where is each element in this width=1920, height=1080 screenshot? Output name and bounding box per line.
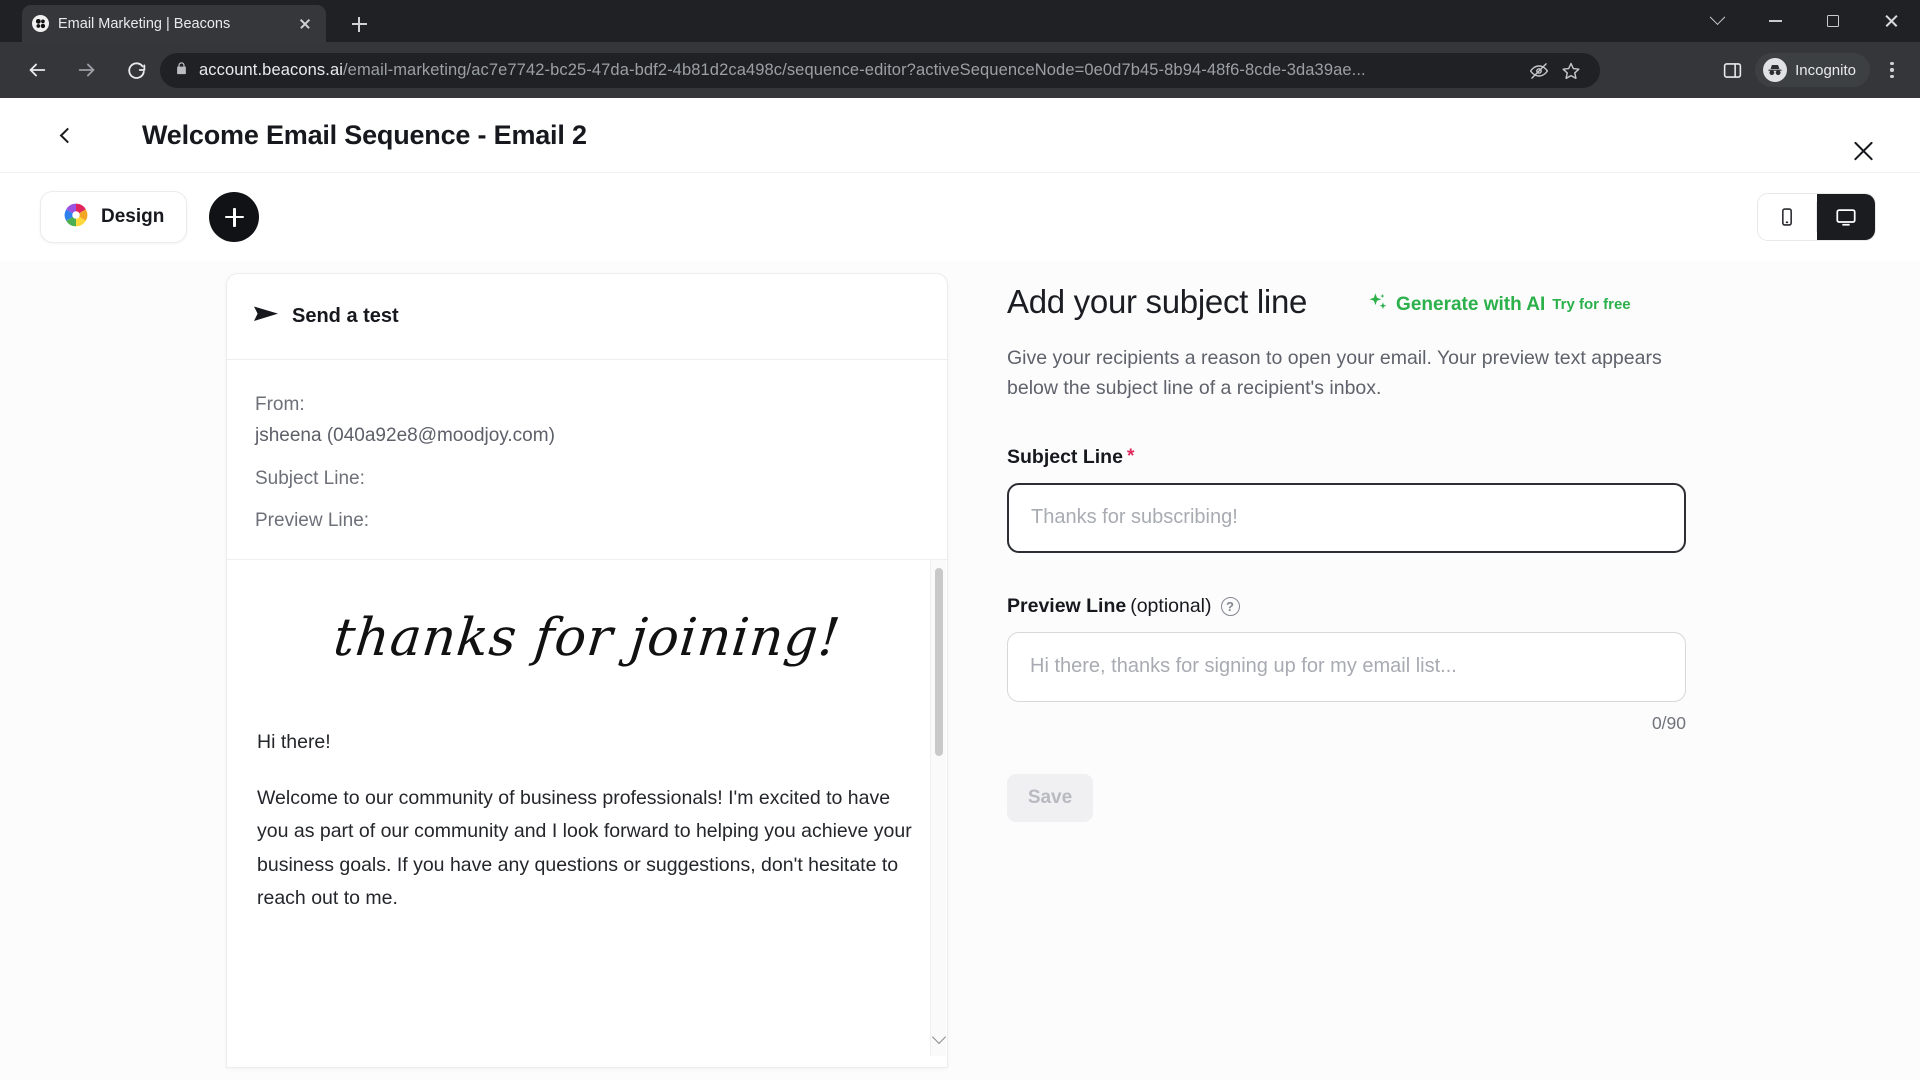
send-test-label: Send a test xyxy=(292,305,399,327)
email-body: thanks for joining! Hi there! Welcome to… xyxy=(227,560,947,1057)
subject-line-label-text: Subject Line xyxy=(1007,445,1123,468)
save-button[interactable]: Save xyxy=(1007,773,1093,822)
desktop-icon[interactable] xyxy=(1817,194,1875,240)
hero-script-text: thanks for joining! xyxy=(330,608,844,669)
profile-incognito-button[interactable]: Incognito xyxy=(1755,53,1870,87)
page-title: Welcome Email Sequence - Email 2 xyxy=(142,119,587,150)
omnibox-actions xyxy=(1524,56,1586,86)
side-panel-icon[interactable] xyxy=(1711,49,1753,91)
app-header: Welcome Email Sequence - Email 2 xyxy=(0,98,1920,288)
body-paragraph: Hi there! xyxy=(257,731,331,754)
scroll-down-arrow-icon[interactable] xyxy=(931,1029,947,1045)
add-block-button[interactable] xyxy=(209,192,260,242)
tab-search-chevron-icon[interactable] xyxy=(1688,0,1746,42)
design-button[interactable]: Design xyxy=(40,191,188,243)
preview-line-optional-text: (optional) xyxy=(1130,594,1212,617)
tabstrip: Email Marketing | Beacons xyxy=(0,0,1920,42)
kebab-menu-icon[interactable] xyxy=(1872,50,1912,90)
close-icon[interactable] xyxy=(1848,136,1878,166)
subject-line-label: Subject Line: xyxy=(255,467,365,489)
from-label: From: xyxy=(255,394,305,415)
profile-label: Incognito xyxy=(1795,61,1856,79)
generate-with-ai-button[interactable]: Generate with AI Try for free xyxy=(1367,291,1631,318)
form-title: Add your subject line xyxy=(1007,283,1308,320)
eye-slash-icon[interactable] xyxy=(1524,56,1554,86)
close-tab-icon[interactable] xyxy=(294,13,316,35)
preview-line-field-label: Preview Line (optional) ? xyxy=(1007,595,1707,618)
beacons-logo-icon xyxy=(32,15,49,32)
email-meta: From: jsheena (040a92e8@moodjoy.com) Sub… xyxy=(227,360,947,561)
sparkles-icon xyxy=(1367,291,1389,318)
toolbar-right: Incognito xyxy=(1695,42,1912,98)
window-controls xyxy=(1688,0,1920,42)
url-path: /email-marketing/ac7e7742-bc25-47da-bdf2… xyxy=(342,61,1366,79)
star-icon[interactable] xyxy=(1556,56,1586,86)
scrollbar-thumb[interactable] xyxy=(935,568,943,757)
form-header: Add your subject line Generate with AI T… xyxy=(1007,283,1707,321)
subject-line-form: Add your subject line Generate with AI T… xyxy=(1007,283,1707,822)
url-host: account.beacons.ai xyxy=(199,61,343,79)
subject-line-placeholder: Thanks for subscribing! xyxy=(1031,506,1238,529)
subject-line-input[interactable]: Thanks for subscribing! xyxy=(1007,482,1686,553)
generate-with-ai-label: Generate with AI xyxy=(1396,293,1546,315)
hero-script-image: thanks for joining! xyxy=(227,560,947,668)
lock-icon xyxy=(174,61,189,81)
subject-line-field-label: Subject Line * xyxy=(1007,446,1707,469)
browser-tabstrip: Email Marketing | Beacons xyxy=(0,0,1920,42)
question-mark-icon[interactable]: ? xyxy=(1220,596,1240,616)
mobile-icon[interactable] xyxy=(1758,194,1816,240)
url-text: account.beacons.ai/email-marketing/ac7e7… xyxy=(199,61,1514,80)
required-asterisk: * xyxy=(1126,446,1135,468)
email-body-text: Hi there! Welcome to our community of bu… xyxy=(227,668,947,916)
try-for-free-label: Try for free xyxy=(1552,296,1631,313)
preview-line-label: Preview Line: xyxy=(255,510,370,532)
reload-icon[interactable] xyxy=(116,49,158,91)
email-preview-card: Send a test From: jsheena (040a92e8@mood… xyxy=(226,273,948,1068)
preview-scrollbar[interactable] xyxy=(930,560,947,1057)
device-preview-toggle xyxy=(1757,193,1876,241)
tab-title: Email Marketing | Beacons xyxy=(58,15,231,32)
back-arrow-icon[interactable] xyxy=(16,49,58,91)
character-counter: 0/90 xyxy=(1651,712,1686,733)
maximize-icon[interactable] xyxy=(1804,0,1862,42)
editor-toolbar: Design xyxy=(0,173,1920,261)
app-root: Welcome Email Sequence - Email 2 Design … xyxy=(0,98,1920,1080)
omnibox[interactable]: account.beacons.ai/email-marketing/ac7e7… xyxy=(160,53,1600,88)
send-test-button[interactable]: Send a test xyxy=(227,274,947,360)
paper-plane-icon xyxy=(253,302,279,331)
preview-line-input[interactable]: Hi there, thanks for signing up for my e… xyxy=(1007,631,1686,702)
color-wheel-icon xyxy=(63,202,89,233)
browser-tab[interactable]: Email Marketing | Beacons xyxy=(22,5,326,42)
preview-line-label-text: Preview Line xyxy=(1007,594,1127,617)
from-value: jsheena (040a92e8@moodjoy.com) xyxy=(255,424,555,446)
editor-content: Send a test From: jsheena (040a92e8@mood… xyxy=(0,261,1920,1080)
design-button-label: Design xyxy=(101,206,165,227)
new-tab-button[interactable] xyxy=(345,10,373,38)
screen: Email Marketing | Beacons account.beacon… xyxy=(0,0,1920,1080)
preview-line-placeholder: Hi there, thanks for signing up for my e… xyxy=(1030,655,1457,678)
back-chevron-icon[interactable] xyxy=(48,118,82,152)
forward-arrow-icon[interactable] xyxy=(66,49,108,91)
form-description: Give your recipients a reason to open yo… xyxy=(1007,347,1662,400)
body-paragraph: Welcome to our community of business pro… xyxy=(257,786,912,910)
minimize-icon[interactable] xyxy=(1746,0,1804,42)
browser-toolbar: account.beacons.ai/email-marketing/ac7e7… xyxy=(0,42,1920,98)
close-window-icon[interactable] xyxy=(1862,0,1920,42)
incognito-hat-icon xyxy=(1763,58,1788,82)
